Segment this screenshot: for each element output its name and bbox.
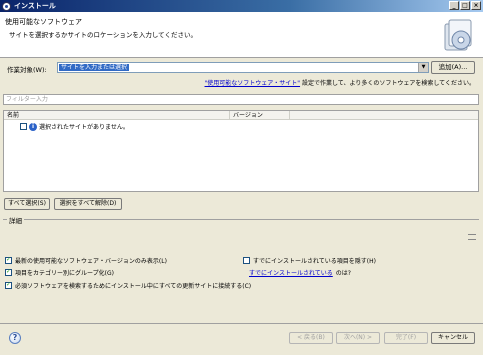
window-controls: _ □ × — [449, 1, 481, 10]
hide-installed-checkbox[interactable] — [243, 257, 250, 264]
hint-text: 設定で作業して、より多くのソフトウェアを検索してください。 — [300, 80, 475, 87]
eclipse-app-icon — [2, 1, 11, 11]
latest-only-checkbox[interactable] — [5, 256, 12, 264]
table-row[interactable]: i 選択されたサイトがありません。 — [20, 122, 129, 131]
empty-message: 選択されたサイトがありません。 — [39, 124, 129, 131]
column-name[interactable]: 名前 — [4, 111, 230, 120]
filter-input[interactable]: フィルター入力 — [3, 94, 479, 105]
info-icon: i — [29, 122, 37, 131]
site-combo-value[interactable]: サイトを入力または選択 — [59, 64, 130, 71]
table-header: 名前 バージョン — [4, 111, 478, 120]
help-icon[interactable]: ? — [9, 332, 21, 344]
site-combo[interactable]: サイトを入力または選択 ▼ — [57, 62, 429, 73]
work-with-label: 作業対象(W): — [7, 66, 47, 74]
contact-all-sites-checkbox[interactable] — [5, 281, 12, 289]
close-button[interactable]: × — [471, 1, 481, 10]
finish-button[interactable]: 完了(F) — [384, 332, 428, 344]
add-site-button[interactable]: 追加(A)... — [431, 61, 475, 74]
option-latest-only[interactable]: 最新の使用可能なソフトウェア・バージョンのみ表示(L) — [5, 256, 167, 265]
wizard-header: 使用可能なソフトウェア サイトを選択するかサイトのロケーションを入力してください… — [0, 12, 483, 58]
already-installed-line: すでにインストールされている のは? — [249, 268, 351, 277]
dropdown-arrow-icon[interactable]: ▼ — [418, 63, 428, 72]
latest-only-label[interactable]: 最新の使用可能なソフトウェア・バージョンのみ表示(L) — [15, 256, 167, 265]
option-hide-installed[interactable]: すでにインストールされている項目を隠す(H) — [243, 256, 376, 265]
details-section: 詳細 — [3, 215, 479, 250]
title-bar: インストール _ □ × — [0, 0, 483, 12]
select-all-button[interactable]: すべて選択(S) — [4, 198, 50, 210]
back-button[interactable]: < 戻る(B) — [289, 332, 333, 344]
option-group-by-category[interactable]: 項目をカテゴリー別にグループ化(G) — [5, 268, 114, 277]
install-wizard-icon — [444, 19, 472, 51]
available-sites-link[interactable]: "使用可能なソフトウェア・サイト" — [205, 80, 301, 87]
splitter-grip-icon[interactable] — [468, 234, 476, 240]
page-title: 使用可能なソフトウェア — [5, 18, 82, 26]
contact-all-sites-label[interactable]: 必須ソフトウェアを検索するためにインストール中にすべての更新サイトに接続する(C… — [15, 281, 251, 290]
footer-separator — [0, 323, 483, 324]
window-title: インストール — [14, 2, 56, 10]
next-button[interactable]: 次へ(N) > — [336, 332, 380, 344]
page-description: サイトを選択するかサイトのロケーションを入力してください。 — [9, 31, 197, 39]
already-installed-link[interactable]: すでにインストールされている — [249, 268, 333, 277]
column-version[interactable]: バージョン — [230, 111, 290, 120]
maximize-button[interactable]: □ — [460, 1, 470, 10]
hint-line: "使用可能なソフトウェア・サイト" 設定で作業して、より多くのソフトウェアを検索… — [205, 78, 475, 87]
group-by-category-label[interactable]: 項目をカテゴリー別にグループ化(G) — [15, 268, 114, 277]
deselect-all-button[interactable]: 選択をすべて解除(D) — [54, 198, 122, 210]
software-table[interactable]: 名前 バージョン i 選択されたサイトがありません。 — [3, 110, 479, 192]
row-checkbox[interactable] — [20, 123, 27, 130]
group-by-category-checkbox[interactable] — [5, 268, 12, 276]
details-label: 詳細 — [7, 215, 24, 225]
minimize-button[interactable]: _ — [449, 1, 459, 10]
hide-installed-label[interactable]: すでにインストールされている項目を隠す(H) — [253, 256, 376, 265]
cancel-button[interactable]: キャンセル — [431, 332, 475, 344]
option-contact-all-sites[interactable]: 必須ソフトウェアを検索するためにインストール中にすべての更新サイトに接続する(C… — [5, 281, 251, 290]
already-installed-suffix: のは? — [335, 270, 351, 277]
